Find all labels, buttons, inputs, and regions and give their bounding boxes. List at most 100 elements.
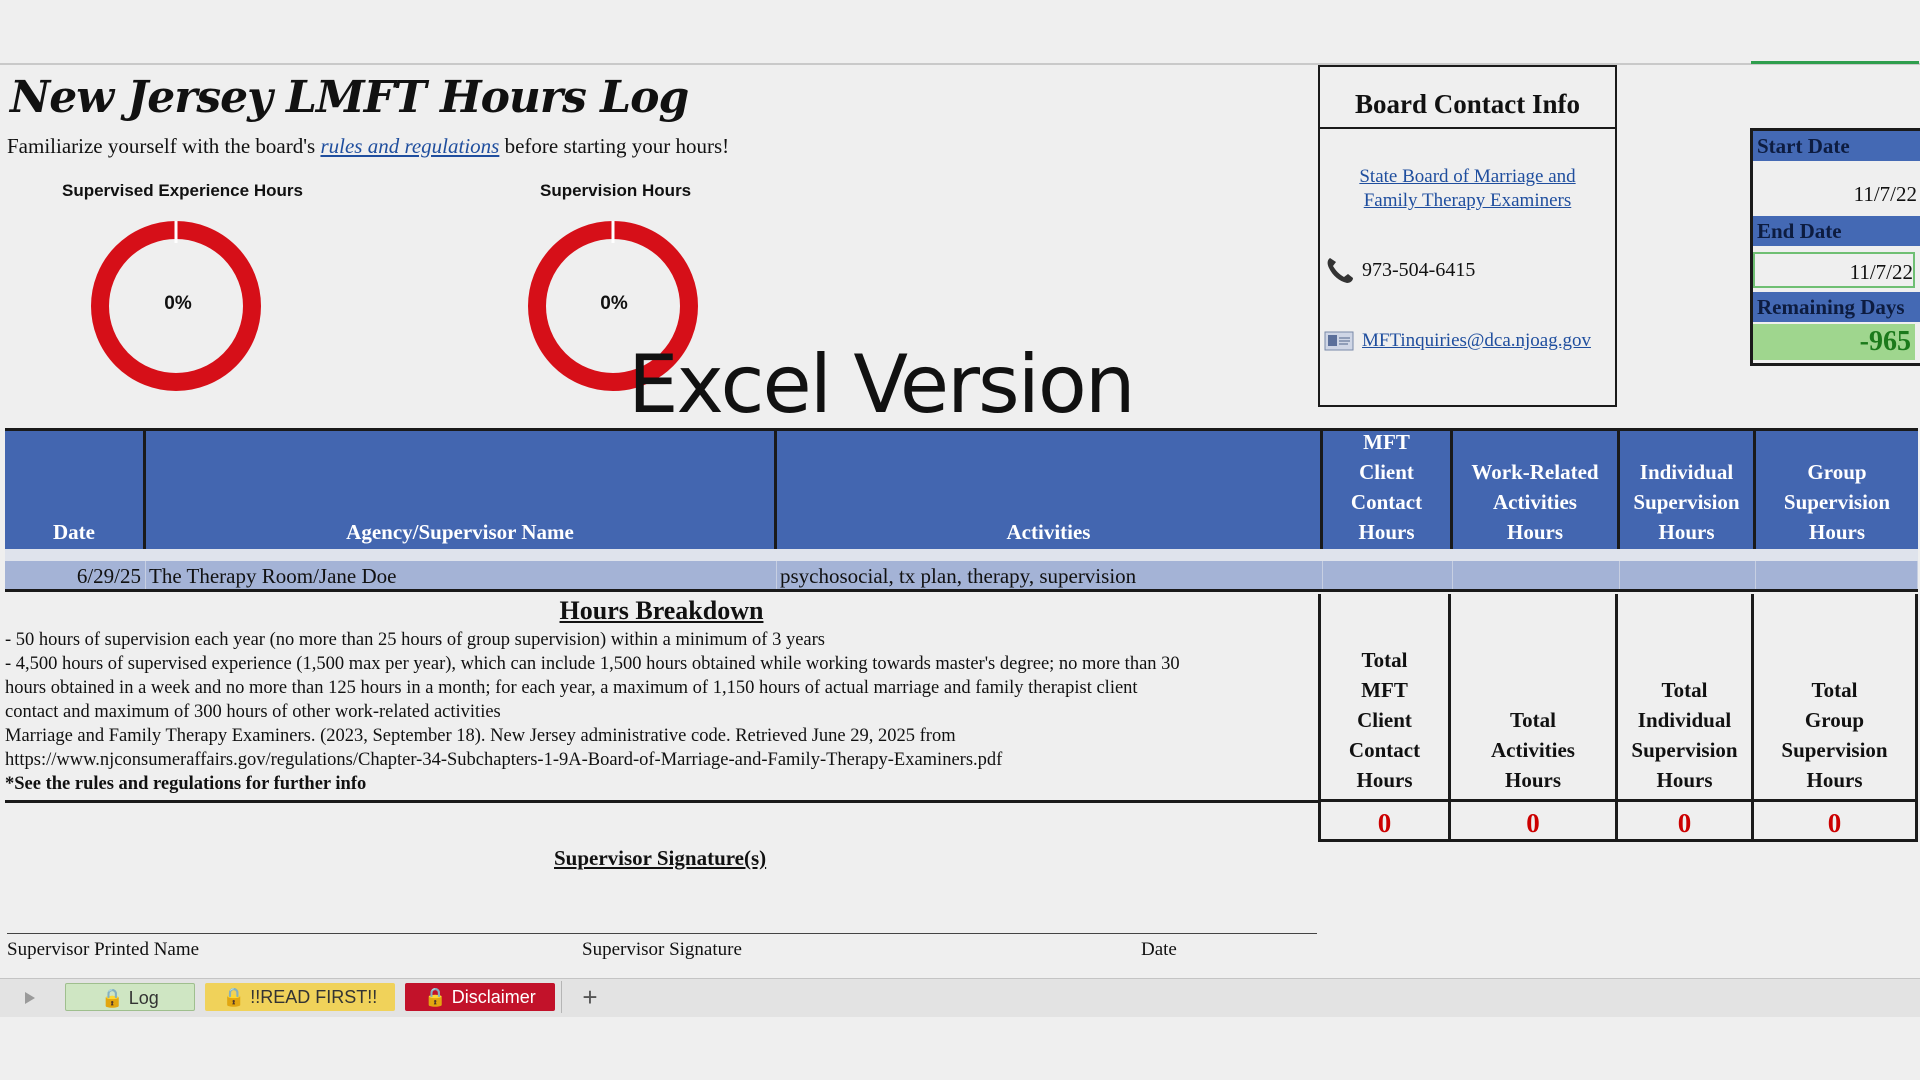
total-group-value: 0 — [1751, 802, 1918, 842]
supervisor-signature-label: Supervisor Signature — [582, 939, 742, 960]
row-work-hours[interactable] — [1453, 561, 1620, 589]
breakdown-line-1: - 50 hours of supervision each year (no … — [5, 630, 825, 650]
remaining-days-label: Remaining Days — [1753, 292, 1920, 322]
phone-icon — [1327, 258, 1353, 283]
board-link[interactable]: State Board of Marriage and Family Thera… — [1320, 165, 1615, 213]
total-indiv-line1: Total — [1661, 678, 1708, 702]
header-group-hours: Group Supervision Hours — [1756, 431, 1918, 549]
total-indiv-line4: Hours — [1656, 768, 1713, 792]
row-individual-hours[interactable] — [1620, 561, 1756, 589]
window-bottom — [0, 1017, 1920, 1080]
row-agency[interactable]: The Therapy Room/Jane Doe — [146, 561, 777, 589]
board-contact-box: Board Contact Info State Board of Marria… — [1318, 65, 1617, 407]
header-mft-line2: Client — [1359, 460, 1414, 484]
sheet-tab-bar: 🔒 Log 🔒 !!READ FIRST!! 🔒 Disclaimer + — [0, 978, 1920, 1018]
row-activities[interactable]: psychosocial, tx plan, therapy, supervis… — [777, 561, 1323, 589]
hours-breakdown-title: Hours Breakdown — [559, 596, 764, 625]
supervision-gauge-percent: 0% — [600, 293, 628, 314]
row-date[interactable]: 6/29/25 — [5, 561, 146, 589]
supervisor-printed-name-label: Supervisor Printed Name — [7, 939, 200, 960]
gauge-label-experience: Supervised Experience Hours — [62, 181, 303, 200]
subtitle-before: Familiarize yourself with the board's — [7, 134, 321, 158]
rules-link[interactable]: rules and regulations — [320, 134, 499, 158]
date-summary-box: Start Date 11/7/22 End Date 11/7/22 Rema… — [1750, 128, 1920, 366]
excel-version-watermark: Excel Version — [628, 338, 1136, 431]
signature-line — [7, 933, 1317, 934]
total-mft-value: 0 — [1318, 802, 1448, 842]
total-activities-line2: Activities — [1491, 738, 1575, 762]
tab-disclaimer-label: Disclaimer — [451, 987, 536, 1007]
header-date-text: Date — [53, 520, 95, 544]
total-mft-label: Total MFT Client Contact Hours — [1318, 594, 1448, 802]
header-activities-text: Activities — [1006, 520, 1091, 544]
total-activities-line3: Hours — [1504, 768, 1561, 792]
lock-icon: 🔒 — [101, 988, 124, 1008]
breakdown-line-5: Marriage and Family Therapy Examiners. (… — [5, 726, 956, 746]
email-link[interactable]: MFTinquiries@dca.njoag.gov — [1362, 330, 1591, 352]
row-mft-hours[interactable] — [1323, 561, 1453, 589]
row-group-hours[interactable] — [1756, 561, 1918, 589]
table-row[interactable]: 6/29/25 The Therapy Room/Jane Doe psycho… — [5, 561, 1918, 592]
end-date-label: End Date — [1753, 216, 1920, 246]
total-mft-line1: Total — [1361, 648, 1408, 672]
total-group-line2: Group — [1804, 708, 1865, 732]
tab-read-first[interactable]: 🔒 !!READ FIRST!! — [205, 983, 395, 1011]
end-date-value[interactable]: 11/7/22 — [1753, 252, 1915, 288]
total-activities-value: 0 — [1448, 802, 1615, 842]
gauge-label-supervision: Supervision Hours — [540, 181, 692, 200]
header-work-line1: Work-Related — [1471, 460, 1599, 484]
add-sheet-button[interactable]: + — [578, 979, 602, 1017]
header-spacer-row — [5, 549, 1918, 561]
total-mft-line4: Contact — [1348, 738, 1421, 762]
scroll-right-icon[interactable] — [24, 991, 36, 1005]
header-indiv-line2: Supervision — [1633, 490, 1740, 514]
email-row: MFTinquiries@dca.njoag.gov — [1324, 326, 1591, 356]
header-individual-hours: Individual Supervision Hours — [1620, 431, 1756, 549]
header-mft-line4: Hours — [1358, 520, 1415, 544]
total-mft-line2: MFT — [1361, 678, 1408, 702]
experience-gauge-percent: 0% — [164, 293, 192, 314]
breakdown-line-3: hours obtained in a week and no more tha… — [5, 678, 1138, 698]
remaining-days-value: -965 — [1753, 324, 1915, 360]
breakdown-note: *See the rules and regulations for furth… — [5, 774, 367, 794]
supervisor-signature-title: Supervisor Signature(s) — [554, 846, 767, 870]
total-group-label: Total Group Supervision Hours — [1751, 594, 1918, 802]
phone-number: 973-504-6415 — [1362, 258, 1476, 281]
breakdown-line-4: contact and maximum of 300 hours of othe… — [5, 702, 501, 722]
tab-log[interactable]: 🔒 Log — [65, 983, 195, 1011]
subtitle: Familiarize yourself with the board's ru… — [7, 134, 729, 159]
tab-log-label: Log — [128, 988, 159, 1008]
header-indiv-line1: Individual — [1639, 460, 1734, 484]
tab-disclaimer[interactable]: 🔒 Disclaimer — [405, 983, 555, 1011]
phone-row: 973-504-6415 — [1324, 255, 1475, 285]
hours-breakdown: Hours Breakdown - 50 hours of supervisio… — [5, 594, 1318, 803]
header-mft-line1: MFT — [1363, 430, 1410, 454]
header-agency: Agency/Supervisor Name — [146, 431, 777, 549]
tab-read-first-label: !!READ FIRST!! — [250, 987, 378, 1007]
total-group-line4: Hours — [1806, 768, 1863, 792]
total-group-line3: Supervision — [1781, 738, 1888, 762]
lock-icon: 🔒 — [424, 987, 447, 1007]
header-work-line2: Activities — [1493, 490, 1577, 514]
board-link-line2[interactable]: Family Therapy Examiners — [1320, 189, 1615, 213]
total-mft-line3: Client — [1357, 708, 1412, 732]
log-table-header: Date Agency/Supervisor Name Activities M… — [5, 428, 1918, 551]
subtitle-after: before starting your hours! — [499, 134, 730, 158]
board-contact-heading: Board Contact Info — [1320, 67, 1615, 129]
total-activities-line1: Total — [1510, 708, 1556, 732]
header-date: Date — [5, 431, 146, 549]
header-group-line2: Supervision — [1783, 490, 1891, 514]
header-group-line3: Hours — [1808, 520, 1865, 544]
board-link-line1[interactable]: State Board of Marriage and — [1320, 165, 1615, 189]
breakdown-line-2: - 4,500 hours of supervised experience (… — [5, 654, 1180, 674]
header-activities: Activities — [777, 431, 1323, 549]
tab-divider — [561, 981, 562, 1013]
header-work-hours: Work-Related Activities Hours — [1453, 431, 1620, 549]
lock-icon: 🔒 — [222, 987, 246, 1007]
email-icon — [1324, 331, 1354, 351]
total-indiv-line2: Individual — [1637, 708, 1732, 732]
header-group-line1: Group — [1807, 460, 1867, 484]
start-date-value[interactable]: 11/7/22 — [1753, 173, 1917, 213]
total-activities-label: Total Activities Hours — [1448, 594, 1615, 802]
breakdown-line-6: https://www.njconsumeraffairs.gov/regula… — [5, 750, 1003, 770]
